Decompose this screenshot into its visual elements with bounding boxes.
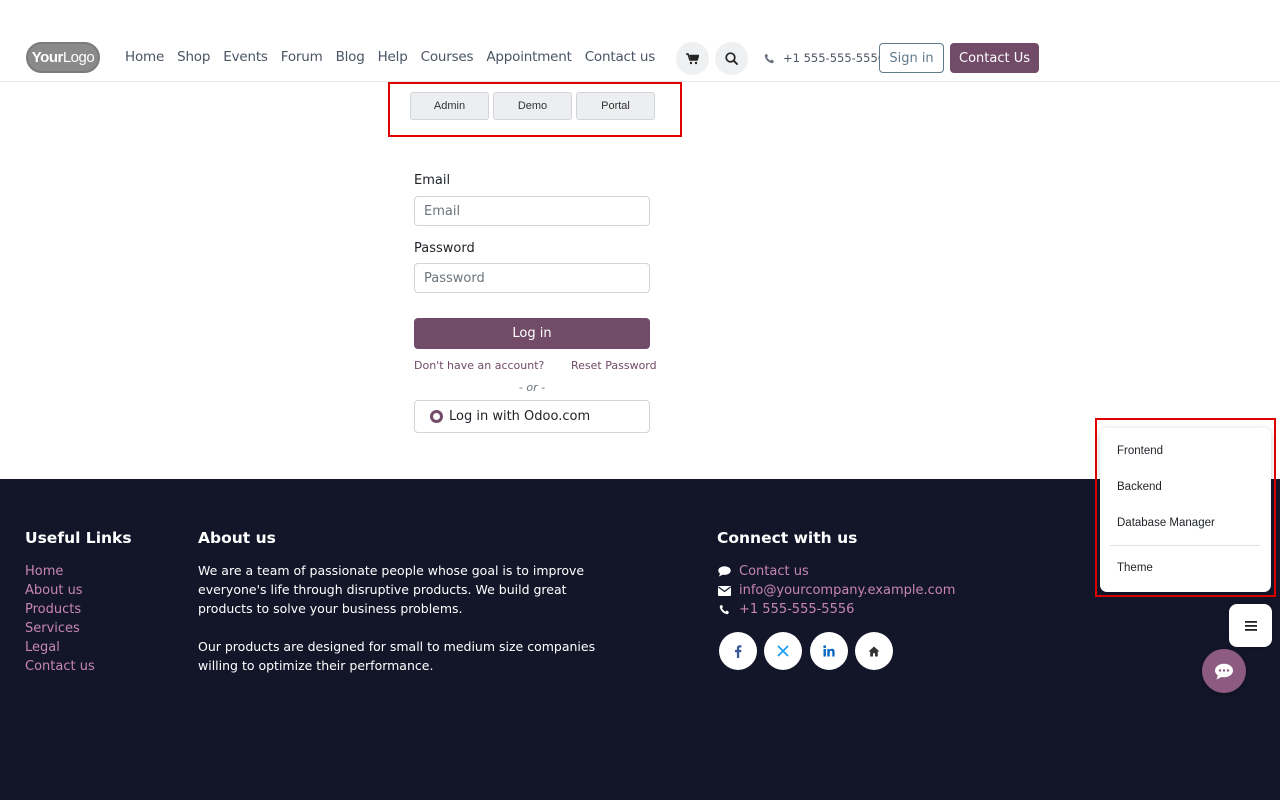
search-button[interactable] bbox=[715, 42, 748, 75]
cart-button[interactable] bbox=[676, 42, 709, 75]
about-paragraph-1: We are a team of passionate people whose… bbox=[198, 563, 585, 616]
password-label: Password bbox=[414, 241, 475, 256]
odoo-icon bbox=[430, 410, 443, 423]
quick-login-admin-button[interactable]: Admin bbox=[410, 92, 489, 120]
footer-email-item[interactable]: info@yourcompany.example.com bbox=[717, 581, 955, 600]
nav-events[interactable]: Events bbox=[223, 49, 268, 65]
footer-link-products[interactable]: Products bbox=[25, 600, 95, 619]
about-title: About us bbox=[198, 529, 276, 547]
logo-text-bold: Your bbox=[31, 49, 64, 66]
about-paragraph-2: Our products are designed for small to m… bbox=[198, 639, 596, 673]
email-label: Email bbox=[414, 173, 451, 188]
facebook-icon bbox=[735, 644, 742, 658]
header-phone-number: +1 555-555-5556 bbox=[783, 51, 886, 65]
site-footer: Useful Links Home About us Products Serv… bbox=[0, 479, 1280, 800]
hamburger-icon bbox=[1244, 620, 1257, 631]
signup-link[interactable]: Don't have an account? bbox=[414, 359, 544, 372]
nav-help[interactable]: Help bbox=[378, 49, 408, 65]
contact-us-button[interactable]: Contact Us bbox=[950, 43, 1039, 73]
header-phone[interactable]: +1 555-555-5556 bbox=[764, 51, 885, 65]
menu-item-theme[interactable]: Theme bbox=[1117, 562, 1153, 574]
odoo-login-button[interactable]: Log in with Odoo.com bbox=[414, 400, 650, 433]
cart-icon bbox=[686, 52, 699, 64]
footer-link-home[interactable]: Home bbox=[25, 562, 95, 581]
connect-list: Contact us info@yourcompany.example.com … bbox=[717, 562, 955, 619]
footer-phone-item[interactable]: +1 555-555-5556 bbox=[717, 600, 955, 619]
menu-toggle-button[interactable] bbox=[1229, 604, 1272, 647]
footer-contact-item[interactable]: Contact us bbox=[717, 562, 955, 581]
nav-contact-us[interactable]: Contact us bbox=[585, 49, 656, 65]
password-field[interactable] bbox=[414, 263, 650, 293]
linkedin-button[interactable] bbox=[810, 632, 848, 670]
quick-login-demo-button[interactable]: Demo bbox=[493, 92, 572, 120]
menu-divider bbox=[1110, 545, 1260, 546]
useful-links-list: Home About us Products Services Legal Co… bbox=[25, 562, 95, 676]
email-field[interactable] bbox=[414, 196, 650, 226]
sign-in-button[interactable]: Sign in bbox=[879, 43, 944, 73]
footer-email: info@yourcompany.example.com bbox=[739, 583, 956, 598]
nav-appointment[interactable]: Appointment bbox=[486, 49, 572, 65]
logo[interactable]: Your Logo bbox=[26, 42, 100, 73]
footer-contact-link: Contact us bbox=[739, 564, 809, 579]
envelope-icon bbox=[717, 585, 731, 596]
phone-icon bbox=[717, 604, 731, 615]
nav-home[interactable]: Home bbox=[125, 49, 164, 65]
phone-icon bbox=[764, 53, 774, 63]
home-icon bbox=[868, 646, 880, 656]
chat-icon bbox=[1215, 663, 1233, 679]
menu-item-database-manager[interactable]: Database Manager bbox=[1117, 517, 1215, 529]
connect-title: Connect with us bbox=[717, 529, 858, 547]
log-in-button[interactable]: Log in bbox=[414, 318, 650, 349]
odoo-login-label: Log in with Odoo.com bbox=[449, 409, 591, 424]
site-header: Your Logo Home Shop Events Forum Blog Hel… bbox=[0, 0, 1280, 82]
dev-menu-dropdown: Frontend Backend Database Manager Theme bbox=[1100, 428, 1271, 592]
linkedin-icon bbox=[823, 645, 835, 657]
nav-forum[interactable]: Forum bbox=[281, 49, 323, 65]
x-button[interactable] bbox=[764, 632, 802, 670]
nav-courses[interactable]: Courses bbox=[421, 49, 474, 65]
menu-item-frontend[interactable]: Frontend bbox=[1117, 445, 1163, 457]
footer-phone: +1 555-555-5556 bbox=[739, 602, 855, 617]
search-icon bbox=[725, 52, 738, 65]
quick-login-portal-button[interactable]: Portal bbox=[576, 92, 655, 120]
logo-text-thin: Logo bbox=[62, 49, 95, 66]
main-nav: Home Shop Events Forum Blog Help Courses… bbox=[125, 49, 668, 65]
home-button[interactable] bbox=[855, 632, 893, 670]
comment-icon bbox=[717, 566, 731, 577]
livechat-button[interactable] bbox=[1202, 649, 1246, 693]
footer-link-contact-us[interactable]: Contact us bbox=[25, 657, 95, 676]
footer-link-services[interactable]: Services bbox=[25, 619, 95, 638]
menu-item-backend[interactable]: Backend bbox=[1117, 481, 1162, 493]
x-icon bbox=[777, 645, 789, 657]
reset-password-link[interactable]: Reset Password bbox=[571, 359, 657, 372]
nav-shop[interactable]: Shop bbox=[177, 49, 210, 65]
useful-links-title: Useful Links bbox=[25, 529, 132, 547]
facebook-button[interactable] bbox=[719, 632, 757, 670]
nav-blog[interactable]: Blog bbox=[336, 49, 365, 65]
or-separator: - or - bbox=[518, 381, 546, 394]
footer-link-legal[interactable]: Legal bbox=[25, 638, 95, 657]
footer-link-about-us[interactable]: About us bbox=[25, 581, 95, 600]
